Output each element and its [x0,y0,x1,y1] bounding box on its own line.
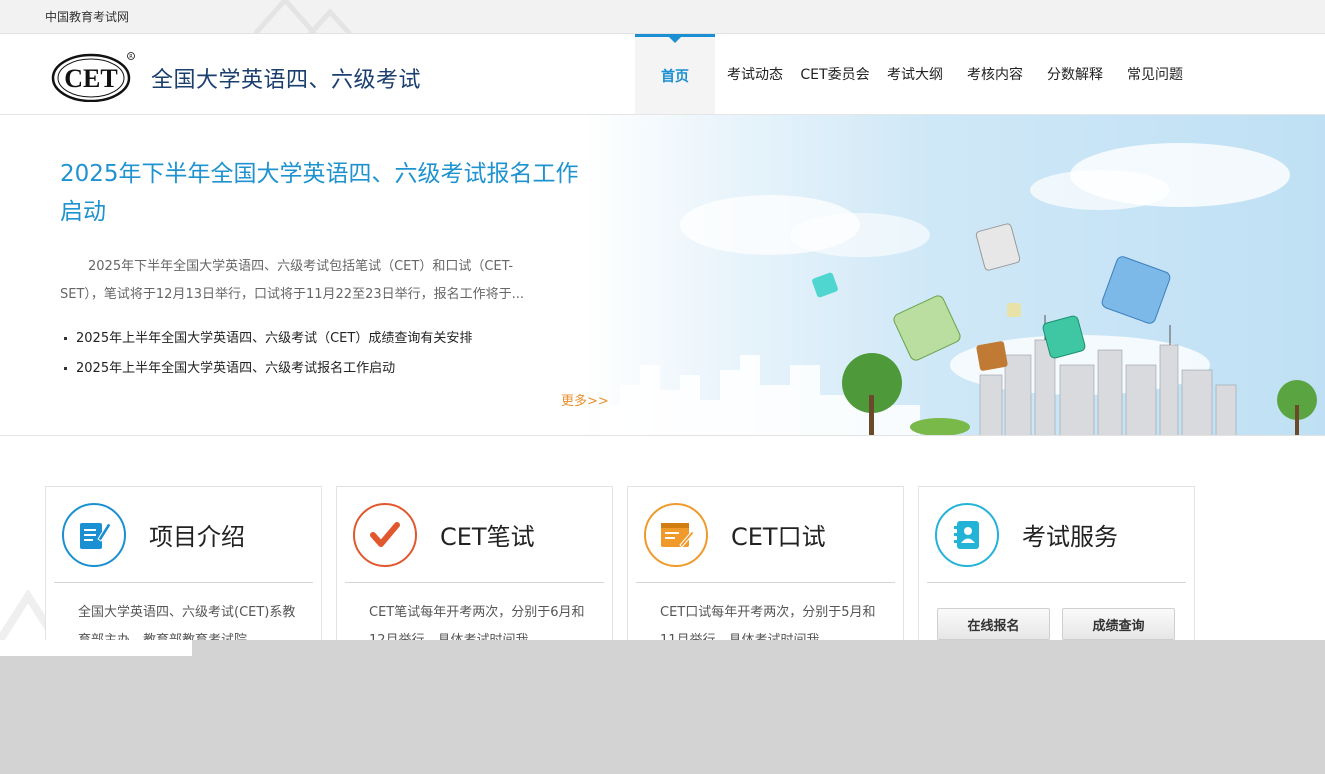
card-cet-written[interactable]: CET笔试 CET笔试每年开考两次，分别于6月和12月举行，具体考试时间我 [336,486,613,656]
card-exam-services: 考试服务 在线报名 成绩查询 [918,486,1195,656]
card-cet-oral[interactable]: CET口试 CET口试每年开考两次，分别于5月和11月举行，具体考试时间我 [627,486,904,656]
score-query-button[interactable]: 成绩查询 [1062,608,1175,640]
card-project-intro[interactable]: 项目介绍 全国大学英语四、六级考试(CET)系教育部主办、教育部教育考试院 [45,486,322,656]
news-item-link[interactable]: 2025年上半年全国大学英语四、六级考试（CET）成绩查询有关安排 [62,324,472,354]
nav-home[interactable]: 首页 [635,34,715,114]
card-title: 考试服务 [1022,523,1118,551]
card-title: CET口试 [731,523,826,551]
card-title: CET笔试 [440,523,535,551]
cet-logo[interactable]: CET R [51,50,135,102]
nav-cet-committee[interactable]: CET委员会 [795,34,875,114]
overlay-notch [0,640,192,656]
online-registration-button[interactable]: 在线报名 [937,608,1050,640]
banner-summary: 2025年下半年全国大学英语四、六级考试包括笔试（CET）和口试（CET-SET… [60,259,525,302]
gray-overlay [0,640,1325,774]
nav-syllabus[interactable]: 考试大纲 [875,34,955,114]
divider [927,582,1186,583]
news-item-link[interactable]: 2025年上半年全国大学英语四、六级考试报名工作启动 [62,354,472,384]
svg-text:CET: CET [64,64,117,93]
more-link[interactable]: 更多>> [561,390,609,409]
divider [345,582,604,583]
divider [636,582,895,583]
nav-exam-content[interactable]: 考核内容 [955,34,1035,114]
site-header: CET R 全国大学英语四、六级考试 首页 考试动态 CET委员会 考试大纲 考… [0,34,1325,115]
site-name-link[interactable]: 中国教育考试网 [45,8,129,25]
main-nav: 首页 考试动态 CET委员会 考试大纲 考核内容 分数解释 常见问题 [635,34,1195,114]
checkmark-icon [353,503,417,567]
nav-faq[interactable]: 常见问题 [1115,34,1195,114]
address-book-icon [935,503,999,567]
hero-banner: 2025年下半年全国大学英语四、六级考试报名工作启动 2025年下半年全国大学英… [0,115,1325,436]
top-bar: 中国教育考试网 [0,0,1325,34]
site-title: 全国大学英语四、六级考试 [151,68,422,93]
screen-pen-icon [644,503,708,567]
card-title: 项目介绍 [149,523,245,551]
svg-text:R: R [129,54,133,60]
decorative-peaks [253,0,352,33]
nav-score-interpretation[interactable]: 分数解释 [1035,34,1115,114]
divider [54,582,313,583]
document-edit-icon [62,503,126,567]
nav-exam-news[interactable]: 考试动态 [715,34,795,114]
city-illustration [600,143,1317,435]
feature-cards: 项目介绍 全国大学英语四、六级考试(CET)系教育部主办、教育部教育考试院 CE… [45,486,1209,656]
news-list: 2025年上半年全国大学英语四、六级考试（CET）成绩查询有关安排 2025年上… [62,324,472,384]
banner-headline-link[interactable]: 2025年下半年全国大学英语四、六级考试报名工作启动 [60,155,580,231]
